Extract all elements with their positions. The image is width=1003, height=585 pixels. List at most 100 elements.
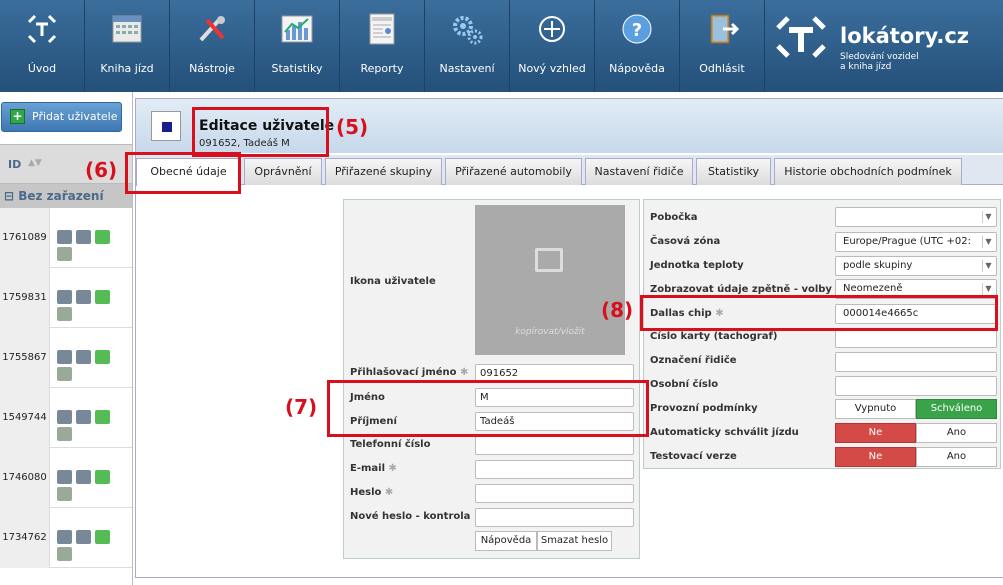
brand-logo[interactable]: lokátory.cz Sledování vozidel a kniha jíz… (770, 12, 990, 72)
annotation-box-8 (640, 295, 998, 331)
arrow-icon[interactable] (95, 290, 110, 304)
logout-door-icon (710, 14, 739, 44)
password-confirm-field[interactable] (475, 508, 634, 527)
nav-reporty[interactable]: Reporty (340, 0, 425, 92)
info-icon[interactable] (57, 410, 72, 424)
nav-label: Nápověda (609, 62, 665, 75)
nav-napoveda[interactable]: ? Nápověda (595, 0, 680, 92)
annotation-box-7 (327, 380, 649, 437)
nav-nastaveni[interactable]: Nastavení (425, 0, 510, 92)
info-icon[interactable] (57, 530, 72, 544)
driver-label: Označení řidiče (650, 355, 737, 366)
branch-select[interactable]: ▼ (835, 207, 997, 227)
test-version-yes[interactable]: Ano (916, 447, 997, 467)
general-info-form: Ikona uživatele kopírovat/vložit Přihlaš… (343, 199, 640, 559)
card-number-field[interactable] (835, 328, 997, 348)
clear-password-button[interactable]: Smazat heslo (537, 531, 612, 551)
plus-icon: + (10, 109, 25, 124)
auto-approve-no[interactable]: Ne (835, 423, 916, 443)
arrow-icon[interactable] (95, 470, 110, 484)
info-icon[interactable] (57, 470, 72, 484)
nav-novy-vzhled[interactable]: Nový vzhled (510, 0, 595, 92)
history-icon[interactable] (76, 470, 91, 484)
user-remove-icon[interactable] (57, 307, 72, 321)
branch-label: Pobočka (650, 212, 698, 223)
personal-number-label: Osobní číslo (650, 379, 719, 390)
annotation-label-8: (8) (601, 298, 634, 322)
icon-label: Ikona uživatele (350, 276, 436, 287)
info-icon[interactable] (57, 230, 72, 244)
gears-icon (453, 16, 483, 45)
arrow-icon[interactable] (95, 230, 110, 244)
user-remove-icon[interactable] (57, 247, 72, 261)
conditions-on-option[interactable]: Schváleno (916, 399, 997, 419)
info-icon[interactable] (57, 350, 72, 364)
auto-approve-yes[interactable]: Ano (916, 423, 997, 443)
avatar-caption: kopírovat/vložit (515, 327, 585, 337)
conditions-off-option[interactable]: Vypnuto (835, 399, 916, 419)
driver-field[interactable] (835, 352, 997, 372)
table-row[interactable]: 1734762 (0, 508, 132, 568)
conditions-toggle: Vypnuto Schváleno (835, 399, 997, 419)
nav-label: Nový vzhled (518, 62, 586, 75)
logo-mark-icon (776, 16, 826, 58)
table-row[interactable]: 1761089 (0, 208, 132, 268)
tab-prirazene-skupiny[interactable]: Přiřazené skupiny (325, 158, 442, 185)
top-navigation-bar: Úvod Kniha jízd Nástroje Statistiky Repo… (0, 0, 1003, 92)
chevron-down-icon: ▼ (982, 236, 994, 248)
timezone-label: Časová zóna (650, 236, 721, 247)
row-actions (57, 410, 132, 441)
arrow-icon[interactable] (95, 350, 110, 364)
history-icon[interactable] (76, 230, 91, 244)
arrow-icon[interactable] (95, 530, 110, 544)
help-button[interactable]: Nápověda (475, 531, 537, 551)
chart-icon (281, 15, 313, 43)
user-remove-icon[interactable] (57, 367, 72, 381)
temperature-unit-select[interactable]: podle skupiny ▼ (835, 256, 997, 276)
nav-kniha-jizd[interactable]: Kniha jízd (85, 0, 170, 92)
user-remove-icon[interactable] (57, 427, 72, 441)
tab-statistiky[interactable]: Statistiky (696, 158, 771, 185)
table-row[interactable]: 1759831 (0, 268, 132, 328)
history-icon[interactable] (76, 350, 91, 364)
annotation-label-6: (6) (85, 158, 118, 182)
history-icon[interactable] (76, 530, 91, 544)
tab-bar: Obecné údaje Oprávnění Přiřazené skupiny… (136, 155, 1003, 186)
nav-label: Nastavení (439, 62, 495, 75)
table-row[interactable]: 1549744 (0, 388, 132, 448)
personal-number-field[interactable] (835, 376, 997, 396)
image-placeholder-icon (535, 248, 563, 272)
nav-label: Nástroje (189, 62, 235, 75)
email-label: E-mail ✱ (350, 463, 397, 474)
nav-odhlasit[interactable]: Odhlásit (680, 0, 765, 92)
email-field[interactable] (475, 460, 634, 479)
required-star-icon: ✱ (388, 463, 397, 474)
history-icon[interactable] (76, 410, 91, 424)
tab-historie[interactable]: Historie obchodních podmínek (774, 158, 962, 185)
tab-opravneni[interactable]: Oprávnění (244, 158, 322, 185)
group-header[interactable]: ⊟ Bez zařazení (0, 184, 132, 208)
history-icon[interactable] (76, 290, 91, 304)
help-icon: ? (622, 14, 652, 44)
row-actions (57, 290, 132, 321)
test-version-no[interactable]: Ne (835, 447, 916, 467)
nav-nastroje[interactable]: Nástroje (170, 0, 255, 92)
info-icon[interactable] (57, 290, 72, 304)
tab-nastaveni-ridice[interactable]: Nastavení řidiče (585, 158, 693, 185)
phone-field[interactable] (475, 436, 634, 455)
table-row[interactable]: 1746080 (0, 448, 132, 508)
nav-uvod[interactable]: Úvod (0, 0, 85, 92)
user-avatar-dropzone[interactable]: kopírovat/vložit (475, 205, 625, 355)
arrow-icon[interactable] (95, 410, 110, 424)
add-user-button[interactable]: + Přidat uživatele (1, 102, 122, 132)
user-remove-icon[interactable] (57, 547, 72, 561)
auto-approve-toggle: Ne Ano (835, 423, 997, 443)
password-field[interactable] (475, 484, 634, 503)
table-row[interactable]: 1755867 (0, 328, 132, 388)
tab-prirazene-automobily[interactable]: Přiřazené automobily (445, 158, 582, 185)
user-remove-icon[interactable] (57, 487, 72, 501)
conditions-label: Provozní podmínky (650, 403, 758, 414)
timezone-select[interactable]: Europe/Prague (UTC +02: ▼ (835, 232, 997, 252)
nav-statistiky[interactable]: Statistiky (255, 0, 340, 92)
svg-text:?: ? (632, 20, 642, 41)
